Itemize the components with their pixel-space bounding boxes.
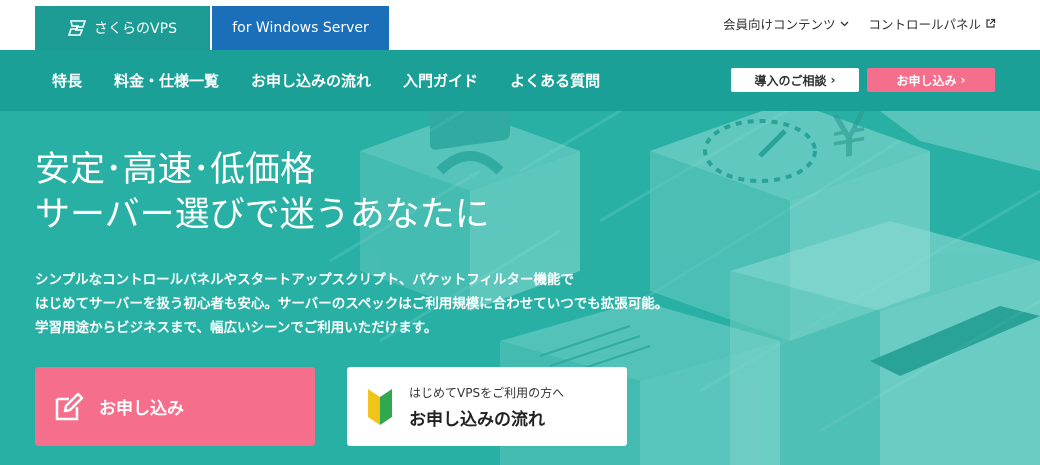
- nav-items: 特長 料金・仕様一覧 お申し込みの流れ 入門ガイド よくある質問: [52, 50, 600, 111]
- hero-desc-line3: 学習用途からビジネスまで、幅広いシーンでご利用いただけます。: [35, 320, 438, 336]
- cta-flow-text: はじめてVPSをご利用の方へ お申し込みの流れ: [409, 384, 564, 430]
- hero-title: 安定･高速･低価格 サーバー選びで迷うあなたに: [35, 148, 490, 238]
- nav-item-pricing[interactable]: 料金・仕様一覧: [114, 70, 219, 91]
- svg-text:¥: ¥: [830, 111, 868, 175]
- nav-item-apply-flow[interactable]: お申し込みの流れ: [251, 70, 371, 91]
- nav-item-guide[interactable]: 入門ガイド: [403, 70, 478, 91]
- top-bar: さくらのVPS for Windows Server 会員向けコンテンツ コント…: [0, 0, 1040, 50]
- cta-apply-button[interactable]: お申し込み: [35, 367, 315, 446]
- consult-button-label: 導入のご相談: [754, 73, 827, 88]
- nav-apply-button-label: お申し込み: [896, 73, 957, 88]
- cta-apply-flow-button[interactable]: はじめてVPSをご利用の方へ お申し込みの流れ: [347, 367, 627, 446]
- chevron-down-icon: [841, 21, 849, 27]
- hero-desc-line1: シンプルなコントロールパネルやスタートアップスクリプト、パケットフィルター機能で: [35, 272, 575, 288]
- control-panel-link[interactable]: コントロールパネル: [868, 14, 996, 33]
- hero-description: シンプルなコントロールパネルやスタートアップスクリプト、パケットフィルター機能で…: [35, 268, 755, 340]
- nav-item-features[interactable]: 特長: [52, 70, 82, 91]
- tab-sakura-vps[interactable]: さくらのVPS: [35, 6, 210, 50]
- beginner-mark-icon: [368, 388, 392, 425]
- tab-windows-server-label: for Windows Server: [232, 20, 369, 36]
- chevron-right-icon: ›: [960, 73, 966, 87]
- consult-button[interactable]: 導入のご相談 ›: [731, 68, 859, 92]
- cta-apply-label: お申し込み: [99, 399, 184, 419]
- tab-windows-server[interactable]: for Windows Server: [212, 6, 389, 50]
- tab-sakura-vps-label: さくらのVPS: [94, 21, 177, 37]
- hero-title-line1: 安定･高速･低価格: [35, 150, 316, 190]
- cta-flow-main: お申し込みの流れ: [409, 409, 545, 430]
- edit-pencil-icon: [55, 392, 84, 420]
- member-contents-label: 会員向けコンテンツ: [722, 17, 836, 32]
- sakura-logo-icon: [68, 20, 87, 36]
- nav-item-faq[interactable]: よくある質問: [510, 70, 600, 91]
- external-link-icon: [986, 18, 996, 28]
- cta-flow-sub: はじめてVPSをご利用の方へ: [409, 385, 565, 400]
- hero-desc-line2: はじめてサーバーを扱う初心者も安心。サーバーのスペックはご利用規模に合わせていつ…: [35, 296, 669, 312]
- top-links: 会員向けコンテンツ コントロールパネル: [723, 14, 996, 33]
- hero-title-line2: サーバー選びで迷うあなたに: [35, 195, 490, 235]
- chevron-right-icon: ›: [830, 73, 836, 87]
- member-contents-link[interactable]: 会員向けコンテンツ: [723, 14, 851, 33]
- control-panel-label: コントロールパネル: [868, 17, 981, 32]
- nav-apply-button[interactable]: お申し込み ›: [867, 68, 995, 92]
